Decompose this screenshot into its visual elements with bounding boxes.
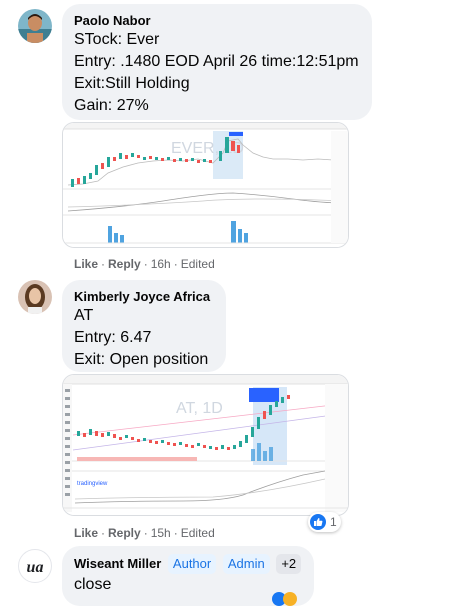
svg-text:tradingview: tradingview	[77, 481, 108, 487]
comment-line: Entry: .1480 EOD April 26 time:12:51pm	[74, 53, 359, 70]
comment-line: Exit: Open position	[74, 351, 209, 368]
chart-screenshot[interactable]: AT, 1D tradingview	[62, 374, 349, 516]
author-name: Wiseant Miller Author Admin +2	[74, 554, 302, 574]
timestamp[interactable]: 15h	[151, 526, 171, 540]
author-name-link[interactable]: Wiseant Miller	[74, 556, 161, 571]
like-link[interactable]: Like	[74, 526, 98, 540]
comment-actions: Like · Reply · 16h · Edited	[74, 257, 215, 271]
reply-link[interactable]: Reply	[108, 526, 141, 540]
chart-image: AT, 1D tradingview	[63, 375, 348, 515]
chart-image: EVER, 1D	[63, 123, 348, 247]
reaction-icons[interactable]	[272, 592, 302, 606]
avatar[interactable]	[18, 9, 52, 43]
edited-label: Edited	[180, 526, 215, 540]
chart-watermark: AT, 1D	[176, 400, 223, 417]
avatar[interactable]	[18, 280, 52, 314]
author-badge[interactable]: Author	[167, 554, 217, 574]
like-link[interactable]: Like	[74, 257, 98, 271]
love-reaction-icon	[283, 592, 297, 606]
comment-line: STock: Ever	[74, 31, 160, 48]
admin-badge[interactable]: Admin	[222, 554, 270, 574]
avatar[interactable]: ua	[18, 549, 52, 583]
like-reaction-icon	[310, 514, 326, 530]
comment-bubble: Kimberly Joyce Africa AT Entry: 6.47 Exi…	[62, 280, 226, 372]
more-badges[interactable]: +2	[276, 554, 302, 574]
timestamp[interactable]: 16h	[151, 257, 171, 271]
comment-line: close	[74, 576, 112, 593]
comment-actions: Like · Reply · 15h · Edited	[74, 526, 215, 540]
author-name[interactable]: Kimberly Joyce Africa	[74, 288, 214, 305]
chart-screenshot[interactable]: EVER, 1D	[62, 122, 349, 248]
reply-link[interactable]: Reply	[108, 257, 141, 271]
comment-line: Entry: 6.47	[74, 329, 152, 346]
edited-label: Edited	[180, 257, 215, 271]
reaction-summary[interactable]: 1	[308, 512, 341, 532]
avatar-logo-text: ua	[27, 559, 44, 576]
author-name[interactable]: Paolo Nabor	[74, 12, 360, 29]
reaction-count: 1	[330, 515, 337, 529]
comment-line: AT	[74, 307, 94, 324]
comment-line: Gain: 27%	[74, 97, 149, 114]
comment-bubble: Paolo Nabor STock: Ever Entry: .1480 EOD…	[62, 4, 372, 120]
comment-line: Exit:Still Holding	[74, 75, 190, 92]
